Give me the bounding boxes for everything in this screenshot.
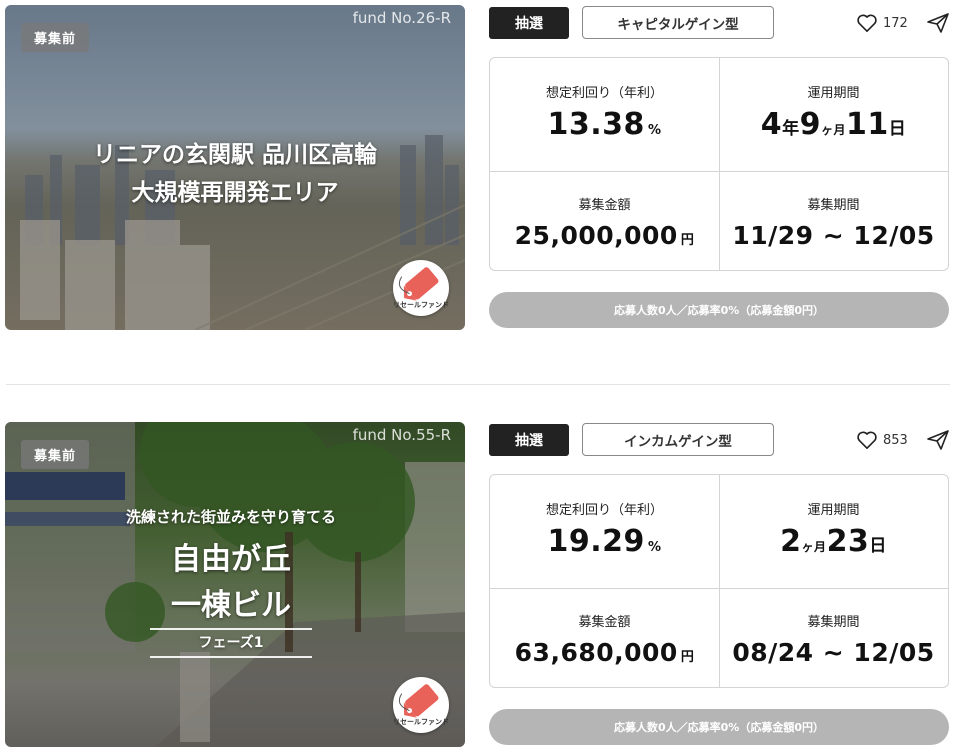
headline-line-2: 一棟ビル [171,588,291,623]
period-months-unit: ヶ月 [820,123,846,137]
amount-stat: 募集金額 63,680,000 円 [490,611,719,667]
fund-card-2: 募集前 fund No.55-R 洗練された街並みを守り育てる 自由が丘 一棟ビ… [0,422,957,752]
resale-label: リセールファンド [393,718,449,726]
yield-label: 想定利回り（年利） [545,503,663,518]
yield-value: 19.29 [547,524,645,559]
yield-stat: 想定利回り（年利） 13.38% [490,82,719,142]
application-status-button[interactable]: 応募人数0人／応募率0%（応募金額0円） [489,709,949,745]
period-stat: 運用期間 4年9ヶ月11日 [719,82,948,142]
paper-plane-icon[interactable] [926,428,950,452]
lottery-tag: 抽選 [489,424,569,456]
resale-label: リセールファンド [393,301,449,309]
yield-value: 13.38 [547,107,645,142]
yield-stat: 想定利回り（年利） 19.29% [490,499,719,559]
period-label: 運用期間 [807,503,860,518]
resale-badge: リセールファンド [393,677,449,733]
period-years: 4 [760,107,783,142]
headline-line-1: リニアの玄関駅 品川区高輪 [92,142,377,168]
recruit-label: 募集期間 [807,198,860,213]
period-stat: 運用期間 2ヶ月23日 [719,499,948,559]
fund-image[interactable]: 募集前 fund No.26-R リニアの玄関駅 品川区高輪 大規模再開発エリア… [5,5,465,330]
lottery-tag: 抽選 [489,7,569,39]
amount-label: 募集金額 [578,198,631,213]
fund-image[interactable]: 募集前 fund No.55-R 洗練された街並みを守り育てる 自由が丘 一棟ビ… [5,422,465,747]
period-months-unit: ヶ月 [801,540,827,554]
yield-unit: % [647,123,662,138]
amount-unit: 円 [680,650,695,665]
paper-plane-icon[interactable] [926,11,950,35]
like-button[interactable]: 172 [856,12,908,34]
recruit-stat: 募集期間 08/24 ~ 12/05 [719,611,948,667]
recruit-value: 11/29 ~ 12/05 [732,221,935,250]
period-months: 2 [780,524,802,559]
period-days: 11 [846,107,889,142]
amount-label: 募集金額 [578,615,631,630]
heart-icon [857,431,877,449]
fund-type-tag: インカムゲイン型 [582,423,774,456]
fund-stats: 想定利回り（年利） 19.29% 運用期間 2ヶ月23日 募集金額 63,680… [489,474,949,688]
headline-line-1: 自由が丘 [171,542,291,577]
phase-label: フェーズ1 [150,628,312,658]
period-months: 9 [799,107,821,142]
divider [6,384,950,385]
amount-value: 25,000,000 [514,221,678,250]
fund-number: fund No.26-R [352,9,451,27]
fund-type-tag: キャピタルゲイン型 [582,6,774,39]
period-days-unit: 日 [888,119,907,139]
period-value: 2ヶ月23日 [719,524,948,559]
period-days-unit: 日 [869,536,887,556]
application-status-button[interactable]: 応募人数0人／応募率0%（応募金額0円） [489,292,949,328]
period-years-unit: 年 [782,119,800,139]
fund-card-1: 募集前 fund No.26-R リニアの玄関駅 品川区高輪 大規模再開発エリア… [0,5,957,335]
period-days: 23 [826,524,870,559]
amount-stat: 募集金額 25,000,000 円 [490,194,719,250]
recruit-value: 08/24 ~ 12/05 [732,638,935,667]
status-badge: 募集前 [21,23,90,52]
amount-unit: 円 [680,233,695,248]
recruit-stat: 募集期間 11/29 ~ 12/05 [719,194,948,250]
status-badge: 募集前 [21,440,90,469]
like-count: 853 [883,432,908,448]
fund-number: fund No.55-R [352,426,451,444]
headline-subtitle: 洗練された街並みを守り育てる [125,508,336,526]
like-count: 172 [883,15,908,31]
amount-value: 63,680,000 [514,638,678,667]
heart-icon [857,14,877,32]
headline-line-2: 大規模再開発エリア [131,180,339,206]
period-label: 運用期間 [807,86,860,101]
like-button[interactable]: 853 [856,429,908,451]
yield-unit: % [647,540,662,555]
yield-label: 想定利回り（年利） [545,86,663,101]
resale-badge: リセールファンド [393,260,449,316]
period-value: 4年9ヶ月11日 [719,107,948,142]
fund-stats: 想定利回り（年利） 13.38% 運用期間 4年9ヶ月11日 募集金額 25,0… [489,57,949,271]
recruit-label: 募集期間 [807,615,860,630]
